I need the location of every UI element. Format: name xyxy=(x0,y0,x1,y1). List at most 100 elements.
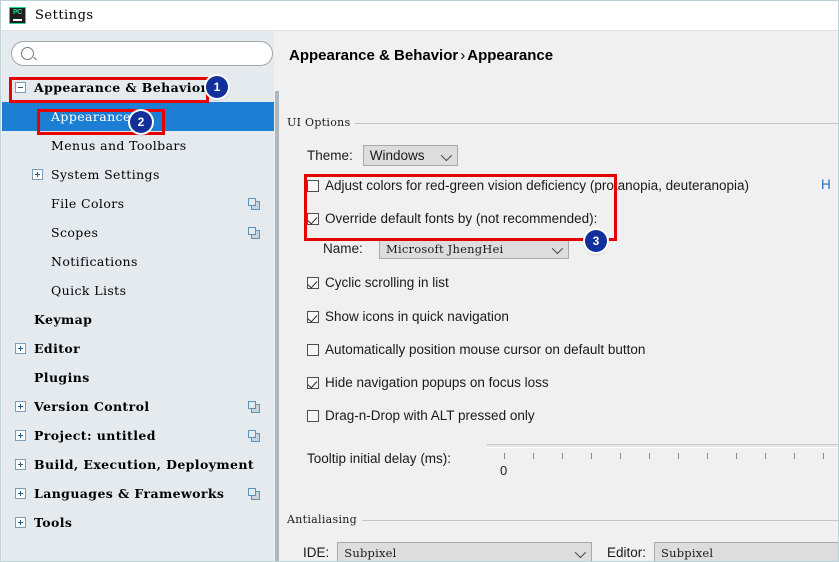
slider-tick xyxy=(591,453,592,459)
sidebar-item-label: Appearance xyxy=(51,109,131,124)
window-title: Settings xyxy=(35,8,94,23)
sidebar-item-plugins[interactable]: Plugins xyxy=(2,363,274,392)
copy-settings-icon[interactable] xyxy=(248,198,260,210)
sidebar-item-label: Editor xyxy=(34,341,81,356)
hide-navigation-popups-checkbox[interactable] xyxy=(307,376,319,389)
slider-tick xyxy=(649,453,650,459)
slider-tick xyxy=(736,453,737,459)
group-divider xyxy=(287,520,838,521)
theme-value: Windows xyxy=(369,148,425,163)
copy-settings-icon[interactable] xyxy=(248,430,260,442)
sidebar-item-label: Scopes xyxy=(51,225,99,240)
copy-settings-icon[interactable] xyxy=(248,227,260,239)
sidebar-item-file-colors[interactable]: File Colors xyxy=(2,189,274,218)
show-icons-label: Show icons in quick navigation xyxy=(325,309,509,324)
sidebar-item-editor[interactable]: Editor xyxy=(2,334,274,363)
drag-n-drop-checkbox[interactable] xyxy=(307,409,319,422)
breadcrumb-separator: › xyxy=(460,47,466,64)
copy-settings-icon[interactable] xyxy=(248,401,260,413)
expand-icon[interactable] xyxy=(15,488,26,499)
sidebar-item-menus-and-toolbars[interactable]: Menus and Toolbars xyxy=(2,131,274,160)
show-icons-row[interactable]: Show icons in quick navigation xyxy=(307,309,509,324)
tooltip-delay-row: Tooltip initial delay (ms): xyxy=(307,451,451,466)
pycharm-icon: PC xyxy=(9,7,26,24)
sidebar-item-scopes[interactable]: Scopes xyxy=(2,218,274,247)
sidebar-item-quick-lists[interactable]: Quick Lists xyxy=(2,276,274,305)
search-field-wrapper[interactable] xyxy=(11,41,273,66)
expand-icon[interactable] xyxy=(15,401,26,412)
expand-icon[interactable] xyxy=(15,517,26,528)
theme-row: Theme: Windows xyxy=(307,145,458,166)
adjust-colors-checkbox[interactable] xyxy=(307,179,319,192)
hide-navigation-popups-row[interactable]: Hide navigation popups on focus loss xyxy=(307,375,549,390)
override-fonts-checkbox[interactable] xyxy=(307,212,319,225)
settings-sidebar: Appearance & Behavior Appearance Menus and… xyxy=(2,31,280,561)
sidebar-scrollbar-thumb[interactable] xyxy=(275,91,279,561)
antialiasing-ide-row: IDE: Subpixel xyxy=(303,542,593,561)
sidebar-item-project-untitled[interactable]: Project: untitled xyxy=(2,421,274,450)
expand-icon[interactable] xyxy=(15,343,26,354)
sidebar-item-label: Menus and Toolbars xyxy=(51,138,187,153)
font-name-value: Microsoft JhengHei xyxy=(386,241,504,256)
antialiasing-ide-label: IDE: xyxy=(303,545,330,560)
auto-position-cursor-row[interactable]: Automatically position mouse cursor on d… xyxy=(307,342,645,357)
sidebar-item-version-control[interactable]: Version Control xyxy=(2,392,274,421)
slider-track[interactable] xyxy=(487,444,838,448)
settings-window: PC Settings Appearance & Behavior Appeara… xyxy=(0,0,839,562)
sidebar-item-appearance[interactable]: Appearance xyxy=(2,102,274,131)
sidebar-item-notifications[interactable]: Notifications xyxy=(2,247,274,276)
sidebar-item-system-settings[interactable]: System Settings xyxy=(2,160,274,189)
slider-tick xyxy=(504,453,505,459)
cyclic-scrolling-row[interactable]: Cyclic scrolling in list xyxy=(307,275,449,290)
drag-n-drop-label: Drag-n-Drop with ALT pressed only xyxy=(325,408,535,423)
tooltip-delay-label: Tooltip initial delay (ms): xyxy=(307,451,452,466)
chevron-down-icon xyxy=(551,242,564,255)
sidebar-item-label: Version Control xyxy=(34,399,150,414)
pycharm-icon-bar xyxy=(13,18,22,21)
antialiasing-editor-value: Subpixel xyxy=(661,545,714,560)
sidebar-item-appearance-behavior[interactable]: Appearance & Behavior xyxy=(2,73,274,102)
breadcrumb-root[interactable]: Appearance & Behavior xyxy=(289,47,458,64)
sidebar-item-label: Appearance & Behavior xyxy=(34,80,208,95)
hide-navigation-popups-label: Hide navigation popups on focus loss xyxy=(325,375,549,390)
auto-position-cursor-checkbox[interactable] xyxy=(307,343,319,356)
tooltip-delay-slider[interactable]: 0 xyxy=(484,441,838,481)
sidebar-item-build-execution-deployment[interactable]: Build, Execution, Deployment xyxy=(2,450,274,479)
settings-main-panel: Appearance & Behavior › Appearance UI Opti… xyxy=(280,31,838,561)
override-fonts-row[interactable]: Override default fonts by (not recommend… xyxy=(307,211,597,226)
breadcrumb: Appearance & Behavior › Appearance xyxy=(289,47,553,64)
theme-dropdown[interactable]: Windows xyxy=(362,145,458,166)
sidebar-item-tools[interactable]: Tools xyxy=(2,508,274,537)
font-name-dropdown[interactable]: Microsoft JhengHei xyxy=(379,238,569,259)
search-input[interactable] xyxy=(41,45,265,62)
settings-tree: Appearance & Behavior Appearance Menus and… xyxy=(2,73,274,537)
expand-icon[interactable] xyxy=(15,459,26,470)
sidebar-item-keymap[interactable]: Keymap xyxy=(2,305,274,334)
slider-tick xyxy=(562,453,563,459)
cyclic-scrolling-label: Cyclic scrolling in list xyxy=(325,275,449,290)
antialiasing-ide-value: Subpixel xyxy=(344,545,397,560)
expand-icon[interactable] xyxy=(32,169,43,180)
show-icons-checkbox[interactable] xyxy=(307,310,319,323)
font-name-row: Name: Microsoft JhengHei xyxy=(323,238,569,259)
copy-settings-icon[interactable] xyxy=(248,488,260,500)
adjust-colors-label: Adjust colors for red-green vision defic… xyxy=(325,178,749,193)
adjust-colors-row[interactable]: Adjust colors for red-green vision defic… xyxy=(307,178,749,193)
slider-ticks xyxy=(484,453,838,460)
expand-icon[interactable] xyxy=(15,430,26,441)
search-box[interactable] xyxy=(11,41,273,66)
antialiasing-editor-dropdown[interactable]: Subpixel xyxy=(654,542,838,561)
drag-n-drop-row[interactable]: Drag-n-Drop with ALT pressed only xyxy=(307,408,535,423)
sidebar-item-languages-frameworks[interactable]: Languages & Frameworks xyxy=(2,479,274,508)
help-link[interactable]: H xyxy=(821,177,831,192)
collapse-icon[interactable] xyxy=(15,82,26,93)
cyclic-scrolling-checkbox[interactable] xyxy=(307,276,319,289)
sidebar-item-label: Tools xyxy=(34,515,73,530)
auto-position-cursor-label: Automatically position mouse cursor on d… xyxy=(325,342,646,357)
antialiasing-ide-dropdown[interactable]: Subpixel xyxy=(337,542,593,561)
